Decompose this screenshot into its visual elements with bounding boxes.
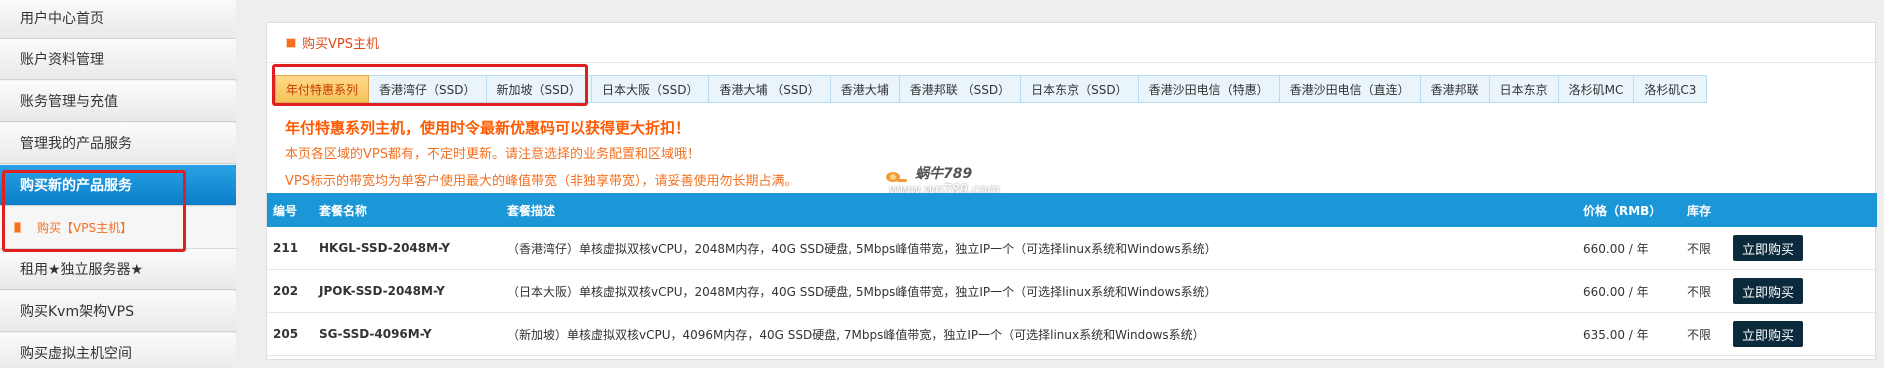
tab-label: 香港邦联 <box>1430 82 1479 97</box>
buy-cell: 立即购买 <box>1733 270 1804 312</box>
tab-hk-shatin-telecom-direct[interactable]: 香港沙田电信（直连） <box>1279 75 1421 103</box>
tab-label: 香港大埔 （SSD） <box>719 82 820 97</box>
promo-notice: 年付特惠系列主机，使用时令最新优惠码可以获得更大折扣！ <box>285 119 691 137</box>
table-row: 205 SG-SSD-4096M-Y （新加坡）单核虚拟双核vCPU，4096M… <box>267 313 1877 356</box>
snail-icon <box>886 172 907 182</box>
plans-table: 编号 套餐名称 套餐描述 价格（RMB） 库存 211 HKGL-SSD-204… <box>267 193 1877 356</box>
tab-label: 香港湾仔（SSD） <box>379 82 476 97</box>
buy-cell: 立即购买 <box>1733 227 1804 269</box>
notice-area: 年付特惠系列主机，使用时令最新优惠码可以获得更大折扣！ 本页各区域的VPS都有，… <box>285 115 798 195</box>
row-desc: （日本大阪）单核虚拟双核vCPU，2048M内存，40G SSD硬盘, 5Mbp… <box>507 284 1217 299</box>
sidebar-item-label: 购买虚拟主机空间 <box>20 346 132 362</box>
tab-label: 洛杉矶MC <box>1568 82 1624 97</box>
tab-los-angeles-mc[interactable]: 洛杉矶MC <box>1558 75 1635 103</box>
row-desc: （新加坡）单核虚拟双核vCPU，4096M内存，40G SSD硬盘, 7Mbps… <box>507 327 1205 342</box>
sidebar-item-dedicated-server[interactable]: 租用★独立服务器★ <box>0 249 236 290</box>
tab-singapore-ssd[interactable]: 新加坡（SSD） <box>486 75 592 103</box>
sidebar-item-label: 账务管理与充值 <box>20 94 118 110</box>
buy-cell: 立即购买 <box>1733 313 1804 355</box>
row-name: SG-SSD-4096M-Y <box>319 327 432 341</box>
header-id: 编号 <box>273 203 298 218</box>
row-stock: 不限 <box>1687 241 1712 256</box>
tab-hk-taipo-ssd[interactable]: 香港大埔 （SSD） <box>709 75 831 103</box>
tab-label: 新加坡（SSD） <box>496 82 581 97</box>
panel-header: 购买VPS主机 <box>267 23 1875 63</box>
header-stock: 库存 <box>1687 203 1712 218</box>
row-price: 660.00 / 年 <box>1583 284 1649 299</box>
tab-label: 香港沙田电信（特惠） <box>1148 82 1269 97</box>
square-bullet-icon <box>287 38 295 47</box>
row-price: 635.00 / 年 <box>1583 327 1649 342</box>
table-row: 211 HKGL-SSD-2048M-Y （香港湾仔）单核虚拟双核vCPU，20… <box>267 227 1877 270</box>
tab-japan-tokyo[interactable]: 日本东京 <box>1489 75 1559 103</box>
sidebar-item-label: 购买【VPS主机】 <box>37 221 133 235</box>
sidebar-item-virtual-hosting[interactable]: 购买虚拟主机空间 <box>0 333 236 368</box>
tab-hk-taipo[interactable]: 香港大埔 <box>830 75 900 103</box>
tab-label: 日本大阪（SSD） <box>601 82 699 97</box>
tab-label: 香港大埔 <box>840 82 889 97</box>
tab-hk-shatin-telecom-special[interactable]: 香港沙田电信（特惠） <box>1138 75 1280 103</box>
bandwidth-notice: VPS标示的带宽均为单客户使用最大的峰值带宽（非独享带宽），请妥善使用勿长期占满… <box>285 174 798 189</box>
tab-label: 香港沙田电信（直连） <box>1289 82 1410 97</box>
buy-now-button[interactable]: 立即购买 <box>1733 321 1804 347</box>
tab-label: 香港邦联 （SSD） <box>909 82 1011 97</box>
row-name: JPOK-SSD-2048M-Y <box>319 284 445 298</box>
row-stock: 不限 <box>1687 284 1712 299</box>
sidebar-item-user-center-home[interactable]: 用户中心首页 <box>0 0 236 39</box>
sidebar-subitem-buy-vps[interactable]: 购买【VPS主机】 <box>0 207 236 249</box>
sidebar-item-buy-products[interactable]: 购买新的产品服务 <box>0 165 236 206</box>
table-row: 202 JPOK-SSD-2048M-Y （日本大阪）单核虚拟双核vCPU，20… <box>267 270 1877 313</box>
sidebar-item-kvm-vps[interactable]: 购买Kvm架构VPS <box>0 291 236 332</box>
row-id: 211 <box>273 241 299 255</box>
header-desc: 套餐描述 <box>507 203 556 218</box>
panel-title: 购买VPS主机 <box>302 37 379 52</box>
table-header: 编号 套餐名称 套餐描述 价格（RMB） 库存 <box>267 193 1877 227</box>
region-notice: 本页各区域的VPS都有，不定时更新。请注意选择的业务配置和区域哦！ <box>285 147 700 162</box>
header-price: 价格（RMB） <box>1583 203 1662 218</box>
row-price: 660.00 / 年 <box>1583 241 1649 256</box>
tab-hk-banglian-ssd[interactable]: 香港邦联 （SSD） <box>899 75 1022 103</box>
watermark-name: 蜗牛789 <box>915 166 973 182</box>
header-name: 套餐名称 <box>319 203 368 218</box>
buy-now-button[interactable]: 立即购买 <box>1733 278 1804 304</box>
sidebar-item-label: 管理我的产品服务 <box>20 136 132 152</box>
sidebar: 用户中心首页 账户资料管理 账务管理与充值 管理我的产品服务 购买新的产品服务 … <box>0 0 236 368</box>
sidebar-item-billing-recharge[interactable]: 账务管理与充值 <box>0 81 236 122</box>
tab-label: 日本东京（SSD） <box>1031 82 1128 97</box>
sidebar-item-account-profile[interactable]: 账户资料管理 <box>0 39 236 80</box>
row-id: 205 <box>273 327 299 341</box>
sidebar-item-label: 用户中心首页 <box>20 11 104 27</box>
tab-label: 年付特惠系列 <box>286 82 359 97</box>
tab-japan-tokyo-ssd[interactable]: 日本东京（SSD） <box>1021 75 1139 103</box>
sidebar-item-label: 购买Kvm架构VPS <box>20 304 135 320</box>
bullet-icon <box>14 222 21 233</box>
tab-annual-special[interactable]: 年付特惠系列 <box>275 75 370 103</box>
main-panel: 购买VPS主机 年付特惠系列 香港湾仔（SSD） 新加坡（SSD） 日本大阪（S… <box>266 22 1877 360</box>
sidebar-item-label: 账户资料管理 <box>20 52 104 68</box>
row-name: HKGL-SSD-2048M-Y <box>319 241 450 255</box>
row-desc: （香港湾仔）单核虚拟双核vCPU，2048M内存，40G SSD硬盘, 5Mbp… <box>507 241 1217 256</box>
tab-los-angeles-c3[interactable]: 洛杉矶C3 <box>1634 75 1708 103</box>
sidebar-item-label: 购买新的产品服务 <box>20 178 132 194</box>
tab-label: 日本东京 <box>1499 82 1548 97</box>
region-tabs: 年付特惠系列 香港湾仔（SSD） 新加坡（SSD） 日本大阪（SSD） 香港大埔… <box>275 75 1708 103</box>
tab-japan-osaka-ssd[interactable]: 日本大阪（SSD） <box>591 75 710 103</box>
sidebar-item-label: 租用★独立服务器★ <box>20 262 144 278</box>
row-id: 202 <box>273 284 299 298</box>
tab-label: 洛杉矶C3 <box>1644 82 1697 97</box>
sidebar-item-manage-products[interactable]: 管理我的产品服务 <box>0 123 236 164</box>
buy-now-button[interactable]: 立即购买 <box>1733 235 1804 261</box>
tab-hk-banglian[interactable]: 香港邦联 <box>1420 75 1490 103</box>
tab-hk-wanchai-ssd[interactable]: 香港湾仔（SSD） <box>369 75 487 103</box>
row-stock: 不限 <box>1687 327 1712 342</box>
